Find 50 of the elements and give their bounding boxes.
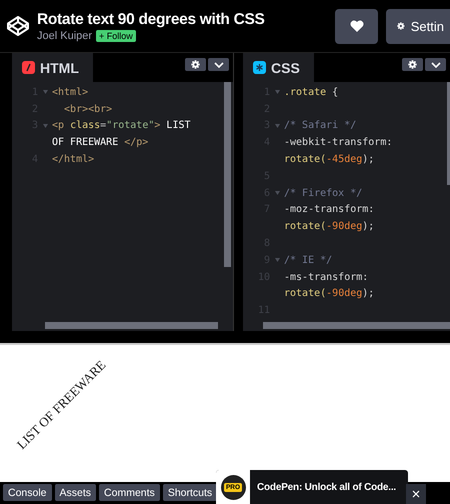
footer-tab[interactable]: Assets bbox=[54, 484, 96, 501]
slash-icon bbox=[22, 61, 35, 74]
settings-icon bbox=[191, 60, 200, 69]
like-button[interactable] bbox=[335, 8, 378, 44]
code-text: rotate(-45deg); bbox=[284, 154, 374, 166]
settings-icon bbox=[408, 60, 417, 69]
pen-title: Rotate text 90 degrees with CSS bbox=[37, 10, 265, 29]
toast-message[interactable]: CodePen: Unlock all of Code... bbox=[257, 482, 396, 492]
fold-icon[interactable] bbox=[42, 90, 48, 94]
fold-icon[interactable] bbox=[274, 258, 280, 262]
footer-tab[interactable]: Shortcuts bbox=[162, 484, 218, 501]
code-text: <br><br> bbox=[63, 104, 112, 115]
code-text: .rotate { bbox=[284, 86, 338, 98]
close-button[interactable]: × bbox=[406, 484, 426, 504]
collapse-button[interactable] bbox=[425, 58, 446, 71]
footer-tab[interactable]: Comments bbox=[99, 484, 160, 501]
code-text: /* Firefox */ bbox=[284, 188, 362, 199]
chevron-down-icon bbox=[214, 62, 224, 68]
editor-tab[interactable]: CSS bbox=[243, 53, 314, 82]
code-text: -webkit-transform: bbox=[284, 137, 392, 148]
scrollbar[interactable] bbox=[447, 82, 450, 185]
heart-icon bbox=[350, 20, 364, 32]
chevron-down-icon bbox=[430, 62, 440, 68]
scrollbar[interactable] bbox=[263, 322, 450, 329]
editor-tab[interactable]: HTML bbox=[12, 53, 93, 82]
code-text: rotate(-90deg); bbox=[284, 288, 374, 300]
settings-button[interactable]: Settin bbox=[386, 8, 450, 44]
code-text: <p class="rotate"> LIST bbox=[52, 120, 191, 132]
author-name[interactable]: Joel Kuiper bbox=[37, 30, 92, 42]
fold-icon[interactable] bbox=[274, 191, 280, 196]
fold-icon[interactable] bbox=[42, 124, 48, 128]
footer-tab[interactable]: Console bbox=[3, 484, 52, 501]
code-text: /* IE */ bbox=[284, 254, 332, 266]
scrollbar[interactable] bbox=[224, 82, 231, 267]
code-text: -ms-transform: bbox=[284, 272, 368, 283]
code-text: -moz-transform: bbox=[284, 204, 374, 216]
asterisk-icon bbox=[253, 61, 266, 74]
code-text: <html> bbox=[52, 86, 88, 98]
editor-settings-button[interactable] bbox=[185, 58, 206, 71]
editor-settings-button[interactable] bbox=[402, 58, 423, 71]
collapse-button[interactable] bbox=[208, 58, 229, 71]
code-text: </html> bbox=[52, 154, 94, 166]
fold-icon[interactable] bbox=[274, 124, 280, 128]
fold-icon[interactable] bbox=[274, 90, 280, 94]
code-text: OF FREEWARE </p> bbox=[52, 137, 148, 148]
scrollbar[interactable] bbox=[45, 322, 218, 329]
code-text: rotate(-90deg); bbox=[284, 221, 374, 232]
logo-icon[interactable] bbox=[6, 14, 30, 38]
follow-button[interactable]: + Follow bbox=[96, 30, 136, 42]
code-text: /* Safari */ bbox=[284, 120, 356, 132]
